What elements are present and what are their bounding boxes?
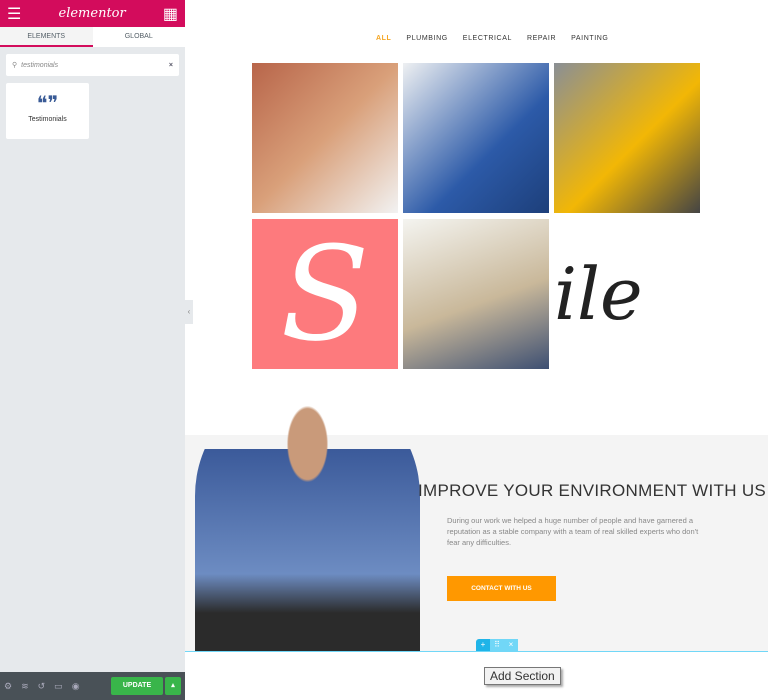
add-section-tooltip: Add Section [484,667,561,685]
layers-icon[interactable]: ≋ [21,681,29,692]
filter-repair[interactable]: REPAIR [527,35,556,42]
elementor-logo: elementor [58,6,126,21]
gallery-image-logo-text[interactable]: ile [554,219,700,369]
update-options-button[interactable]: ▴ [165,677,181,695]
responsive-icon[interactable]: ▭ [54,681,63,692]
tab-global[interactable]: GLOBAL [93,27,186,47]
history-icon[interactable]: ↺ [38,681,46,692]
editor-panel: ☰ elementor ▦ ELEMENTS GLOBAL ⚲ testimon… [0,0,185,700]
search-icon: ⚲ [12,62,18,69]
panel-collapse-toggle[interactable]: ‹ [185,300,193,324]
filter-plumbing[interactable]: PLUMBING [406,35,447,42]
widget-testimonials[interactable]: ❝❞ Testimonials [6,83,89,139]
cta-title: IMPROVE YOUR ENVIRONMENT WITH US [418,481,767,500]
tab-elements[interactable]: ELEMENTS [0,27,93,47]
gallery-image-plumber[interactable] [403,63,549,213]
update-button[interactable]: UPDATE [111,677,163,695]
contact-button[interactable]: CONTACT WITH US [447,576,556,601]
filter-all[interactable]: ALL [376,35,391,42]
panel-header: ☰ elementor ▦ [0,0,185,27]
close-icon[interactable]: × [504,639,518,651]
gallery-image-multimeter[interactable] [554,63,700,213]
worker-image [195,392,420,652]
search-input[interactable]: ⚲ testimonials × [6,54,179,76]
gallery-image-electrician[interactable] [252,63,398,213]
filter-painting[interactable]: PAINTING [571,35,608,42]
grid-icon[interactable]: ▦ [163,4,178,24]
quote-icon: ❝❞ [36,91,59,115]
section-boundary [185,651,768,652]
settings-icon[interactable]: ⚙ [4,681,12,692]
clear-icon[interactable]: × [169,62,173,69]
menu-icon[interactable]: ☰ [7,4,21,24]
section-handle: + ⠿ × [476,639,518,651]
cta-text: During our work we helped a huge number … [447,516,699,547]
gallery-image-repairman[interactable] [403,219,549,369]
drag-icon[interactable]: ⠿ [490,639,504,651]
gallery-image-logo-s[interactable]: S [252,219,398,369]
gallery-filters: ALL PLUMBING ELECTRICAL REPAIR PAINTING [376,35,608,42]
preview-icon[interactable]: ◉ [72,681,80,692]
filter-electrical[interactable]: ELECTRICAL [463,35,512,42]
add-icon[interactable]: + [476,639,490,651]
